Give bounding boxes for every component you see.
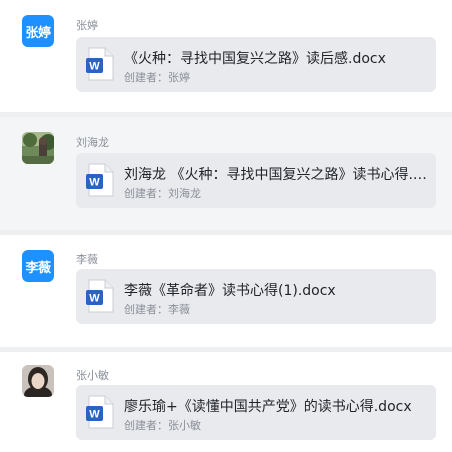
avatar[interactable]	[22, 132, 54, 164]
avatar[interactable]	[22, 365, 54, 397]
word-doc-icon: W	[86, 163, 114, 197]
avatar-photo	[22, 132, 54, 164]
avatar[interactable]: 张婷	[22, 15, 54, 47]
author-name: 张小敏	[76, 369, 109, 382]
creator-label: 创建者：李薇	[124, 303, 190, 316]
feed-post: 张婷 张婷 W 《火种：寻找中国复兴之路》读后感.docx 创建者：张婷	[0, 0, 452, 112]
file-card[interactable]: W 刘海龙 《火种：寻找中国复兴之路》读书心得.docx 创建者：刘海龙	[76, 153, 436, 208]
feed-post: 刘海龙 W 刘海龙 《火种：寻找中国复兴之路》读书心得.docx 创建者：刘海龙	[0, 117, 452, 230]
creator-label: 创建者：张小敏	[124, 419, 201, 432]
word-doc-icon: W	[86, 395, 114, 429]
file-card[interactable]: W 《火种：寻找中国复兴之路》读后感.docx 创建者：张婷	[76, 37, 436, 92]
file-name[interactable]: 《火种：寻找中国复兴之路》读后感.docx	[124, 48, 429, 68]
file-name[interactable]: 刘海龙 《火种：寻找中国复兴之路》读书心得.docx	[124, 164, 429, 184]
creator-label: 创建者：刘海龙	[124, 187, 201, 200]
feed-post: 张小敏 W 廖乐瑜+《读懂中国共产党》的读书心得.docx 创建者：张小敏	[0, 352, 452, 452]
creator-label: 创建者：张婷	[124, 71, 190, 84]
file-card[interactable]: W 廖乐瑜+《读懂中国共产党》的读书心得.docx 创建者：张小敏	[76, 385, 436, 440]
avatar[interactable]: 李薇	[22, 250, 54, 282]
svg-text:W: W	[89, 177, 100, 189]
author-name: 李薇	[76, 253, 98, 266]
author-name: 张婷	[76, 19, 98, 32]
avatar-photo	[22, 365, 54, 397]
feed-post: 李薇 李薇 W 李薇《革命者》读书心得(1).docx 创建者：李薇	[0, 235, 452, 347]
file-name[interactable]: 李薇《革命者》读书心得(1).docx	[124, 280, 429, 300]
svg-text:W: W	[89, 409, 100, 421]
word-doc-icon: W	[86, 47, 114, 81]
author-name: 刘海龙	[76, 136, 109, 149]
file-card[interactable]: W 李薇《革命者》读书心得(1).docx 创建者：李薇	[76, 269, 436, 324]
svg-text:W: W	[89, 293, 100, 305]
svg-text:W: W	[89, 61, 100, 73]
file-name[interactable]: 廖乐瑜+《读懂中国共产党》的读书心得.docx	[124, 396, 429, 416]
feed: 张婷 张婷 W 《火种：寻找中国复兴之路》读后感.docx 创建者：张婷 刘海龙…	[0, 0, 452, 452]
word-doc-icon: W	[86, 279, 114, 313]
